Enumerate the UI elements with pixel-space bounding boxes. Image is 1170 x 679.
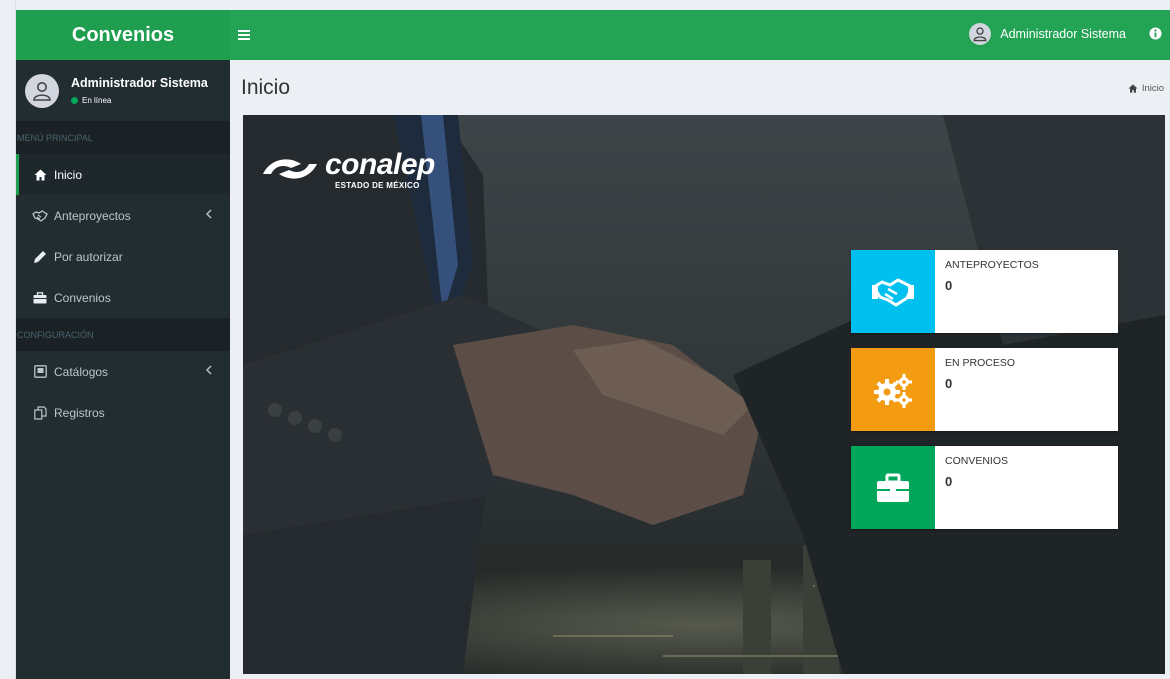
sidebar-item-registros[interactable]: Registros — [16, 392, 230, 433]
chevron-left-icon — [206, 364, 212, 378]
sidebar-item-label: Anteproyectos — [54, 208, 131, 223]
sidebar-item-label: Convenios — [54, 290, 111, 305]
chevron-left-icon — [206, 208, 212, 222]
copy-icon — [32, 405, 48, 421]
briefcase-icon — [32, 290, 48, 306]
conalep-logo: conalep ESTADO DE MÉXICO — [261, 148, 435, 190]
breadcrumb[interactable]: Inicio — [1128, 83, 1164, 94]
sidebar-item-catalogos[interactable]: Catálogos — [16, 351, 230, 392]
menu-header-config: CONFIGURACIÓN — [16, 318, 230, 351]
sidebar-item-label: Por autorizar — [54, 249, 123, 264]
briefcase-icon — [851, 446, 935, 529]
user-status-label: En línea — [82, 96, 112, 105]
logo-wordmark: conalep — [325, 148, 435, 181]
info-box-count: 0 — [945, 376, 953, 391]
sidebar-item-convenios[interactable]: Convenios — [16, 277, 230, 318]
home-icon — [32, 167, 48, 183]
user-avatar-icon — [969, 23, 992, 45]
sidebar-item-label: Registros — [54, 405, 105, 420]
brand-logo[interactable]: Convenios — [16, 10, 230, 60]
sidebar-item-label: Inicio — [54, 167, 83, 182]
top-navbar: Administrador Sistema — [230, 10, 1170, 60]
user-avatar-icon — [25, 73, 59, 108]
info-box-convenios[interactable]: CONVENIOS 0 — [851, 446, 1118, 529]
home-icon — [1128, 84, 1138, 93]
conalep-logo-icon — [263, 159, 317, 179]
logo-subtitle: ESTADO DE MÉXICO — [335, 181, 420, 190]
gears-icon — [851, 348, 935, 431]
sidebar-item-anteproyectos[interactable]: Anteproyectos — [16, 195, 230, 236]
online-dot-icon — [71, 97, 78, 104]
window-frame — [0, 0, 16, 679]
hamburger-menu-icon[interactable] — [238, 27, 250, 45]
user-name: Administrador Sistema — [71, 76, 208, 90]
pencil-icon — [32, 249, 48, 265]
info-box-label: EN PROCESO — [945, 357, 1016, 369]
navbar-user-name: Administrador Sistema — [1000, 27, 1126, 41]
sidebar: Convenios Administrador Sistema En línea… — [16, 10, 230, 679]
handshake-icon — [851, 250, 935, 333]
info-icon[interactable] — [1149, 27, 1162, 45]
info-box-label: CONVENIOS — [945, 455, 1009, 467]
info-box-anteproyectos[interactable]: ANTEPROYECTOS 0 — [851, 250, 1118, 333]
info-box-count: 0 — [945, 278, 953, 293]
catalog-icon — [32, 364, 48, 380]
sidebar-item-por-autorizar[interactable]: Por autorizar — [16, 236, 230, 277]
info-box-count: 0 — [945, 474, 953, 489]
user-status: En línea — [71, 96, 208, 105]
info-box-en-proceso[interactable]: EN PROCESO 0 — [851, 348, 1118, 431]
hero-banner: conalep ESTADO DE MÉXICO ANTEPROYECTOS 0 — [243, 115, 1165, 674]
user-panel: Administrador Sistema En línea — [16, 60, 230, 121]
info-box-label: ANTEPROYECTOS — [945, 259, 1039, 271]
page-title: Inicio — [241, 76, 291, 99]
handshake-icon — [32, 208, 48, 224]
content-header: Inicio Inicio — [230, 60, 1170, 115]
menu-header-main: MENÚ PRINCIPAL — [16, 121, 230, 154]
sidebar-item-label: Catálogos — [54, 364, 109, 379]
navbar-user-menu[interactable]: Administrador Sistema — [969, 23, 1126, 45]
sidebar-item-inicio[interactable]: Inicio — [16, 154, 230, 195]
breadcrumb-item: Inicio — [1141, 83, 1164, 94]
